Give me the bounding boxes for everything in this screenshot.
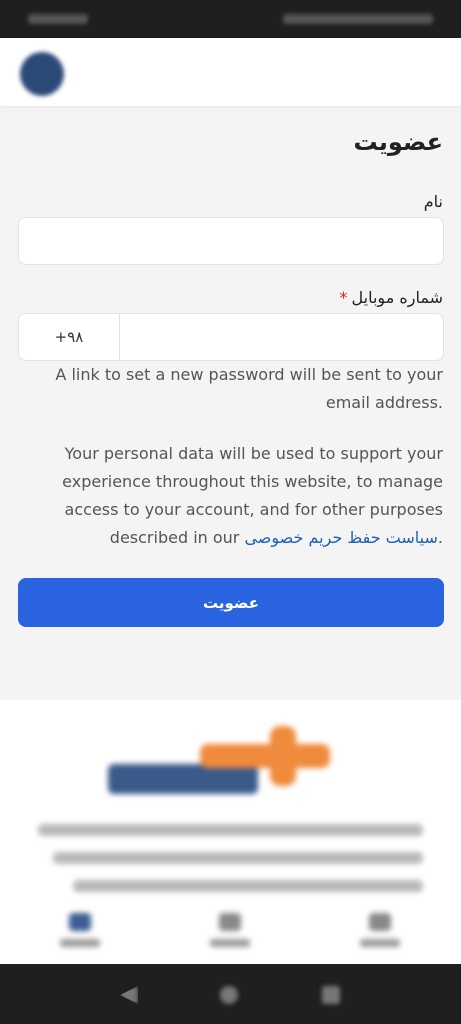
status-bar bbox=[0, 0, 461, 38]
mobile-field: +۹۸ bbox=[18, 313, 444, 361]
name-label: نام bbox=[424, 192, 443, 211]
home-button-icon[interactable] bbox=[220, 986, 238, 1004]
home-icon bbox=[369, 913, 391, 931]
bottom-tab-bar bbox=[0, 905, 461, 963]
status-icons bbox=[283, 14, 433, 24]
header-title bbox=[421, 62, 425, 78]
register-button[interactable]: عضویت bbox=[18, 578, 444, 627]
status-time bbox=[28, 14, 88, 24]
privacy-notice: Your personal data will be used to suppo… bbox=[23, 440, 443, 552]
footer-description-line bbox=[73, 880, 423, 892]
grid-icon bbox=[219, 913, 241, 931]
country-code[interactable]: +۹۸ bbox=[19, 314, 120, 360]
privacy-policy-link[interactable]: سیاست حفظ حریم خصوصی bbox=[244, 528, 437, 547]
tab-categories[interactable] bbox=[200, 913, 260, 959]
tab-account[interactable] bbox=[50, 913, 110, 959]
system-nav-bar bbox=[0, 964, 461, 1024]
required-star: * bbox=[339, 288, 348, 307]
mobile-label: شماره موبایل* bbox=[340, 288, 443, 307]
user-icon bbox=[69, 913, 91, 931]
tab-home[interactable] bbox=[350, 913, 410, 959]
mobile-label-text: شماره موبایل bbox=[351, 288, 443, 307]
back-icon[interactable] bbox=[120, 986, 138, 1004]
site-logo-icon[interactable] bbox=[20, 52, 64, 96]
logo-orange-mark bbox=[200, 726, 352, 798]
footer-logo bbox=[108, 720, 352, 804]
footer-description-line bbox=[53, 852, 423, 864]
tab-label bbox=[60, 939, 100, 947]
page-title: عضویت bbox=[353, 128, 443, 156]
name-label-text: نام bbox=[423, 192, 443, 211]
privacy-text-end: . bbox=[437, 528, 443, 547]
password-note: A link to set a new password will be sen… bbox=[55, 365, 443, 412]
recent-apps-icon[interactable] bbox=[322, 986, 340, 1004]
footer-description-line bbox=[38, 824, 423, 836]
name-input[interactable] bbox=[18, 217, 444, 265]
app-header bbox=[0, 38, 461, 106]
tab-label bbox=[210, 939, 250, 947]
tab-label bbox=[360, 939, 400, 947]
mobile-input[interactable] bbox=[120, 314, 443, 360]
